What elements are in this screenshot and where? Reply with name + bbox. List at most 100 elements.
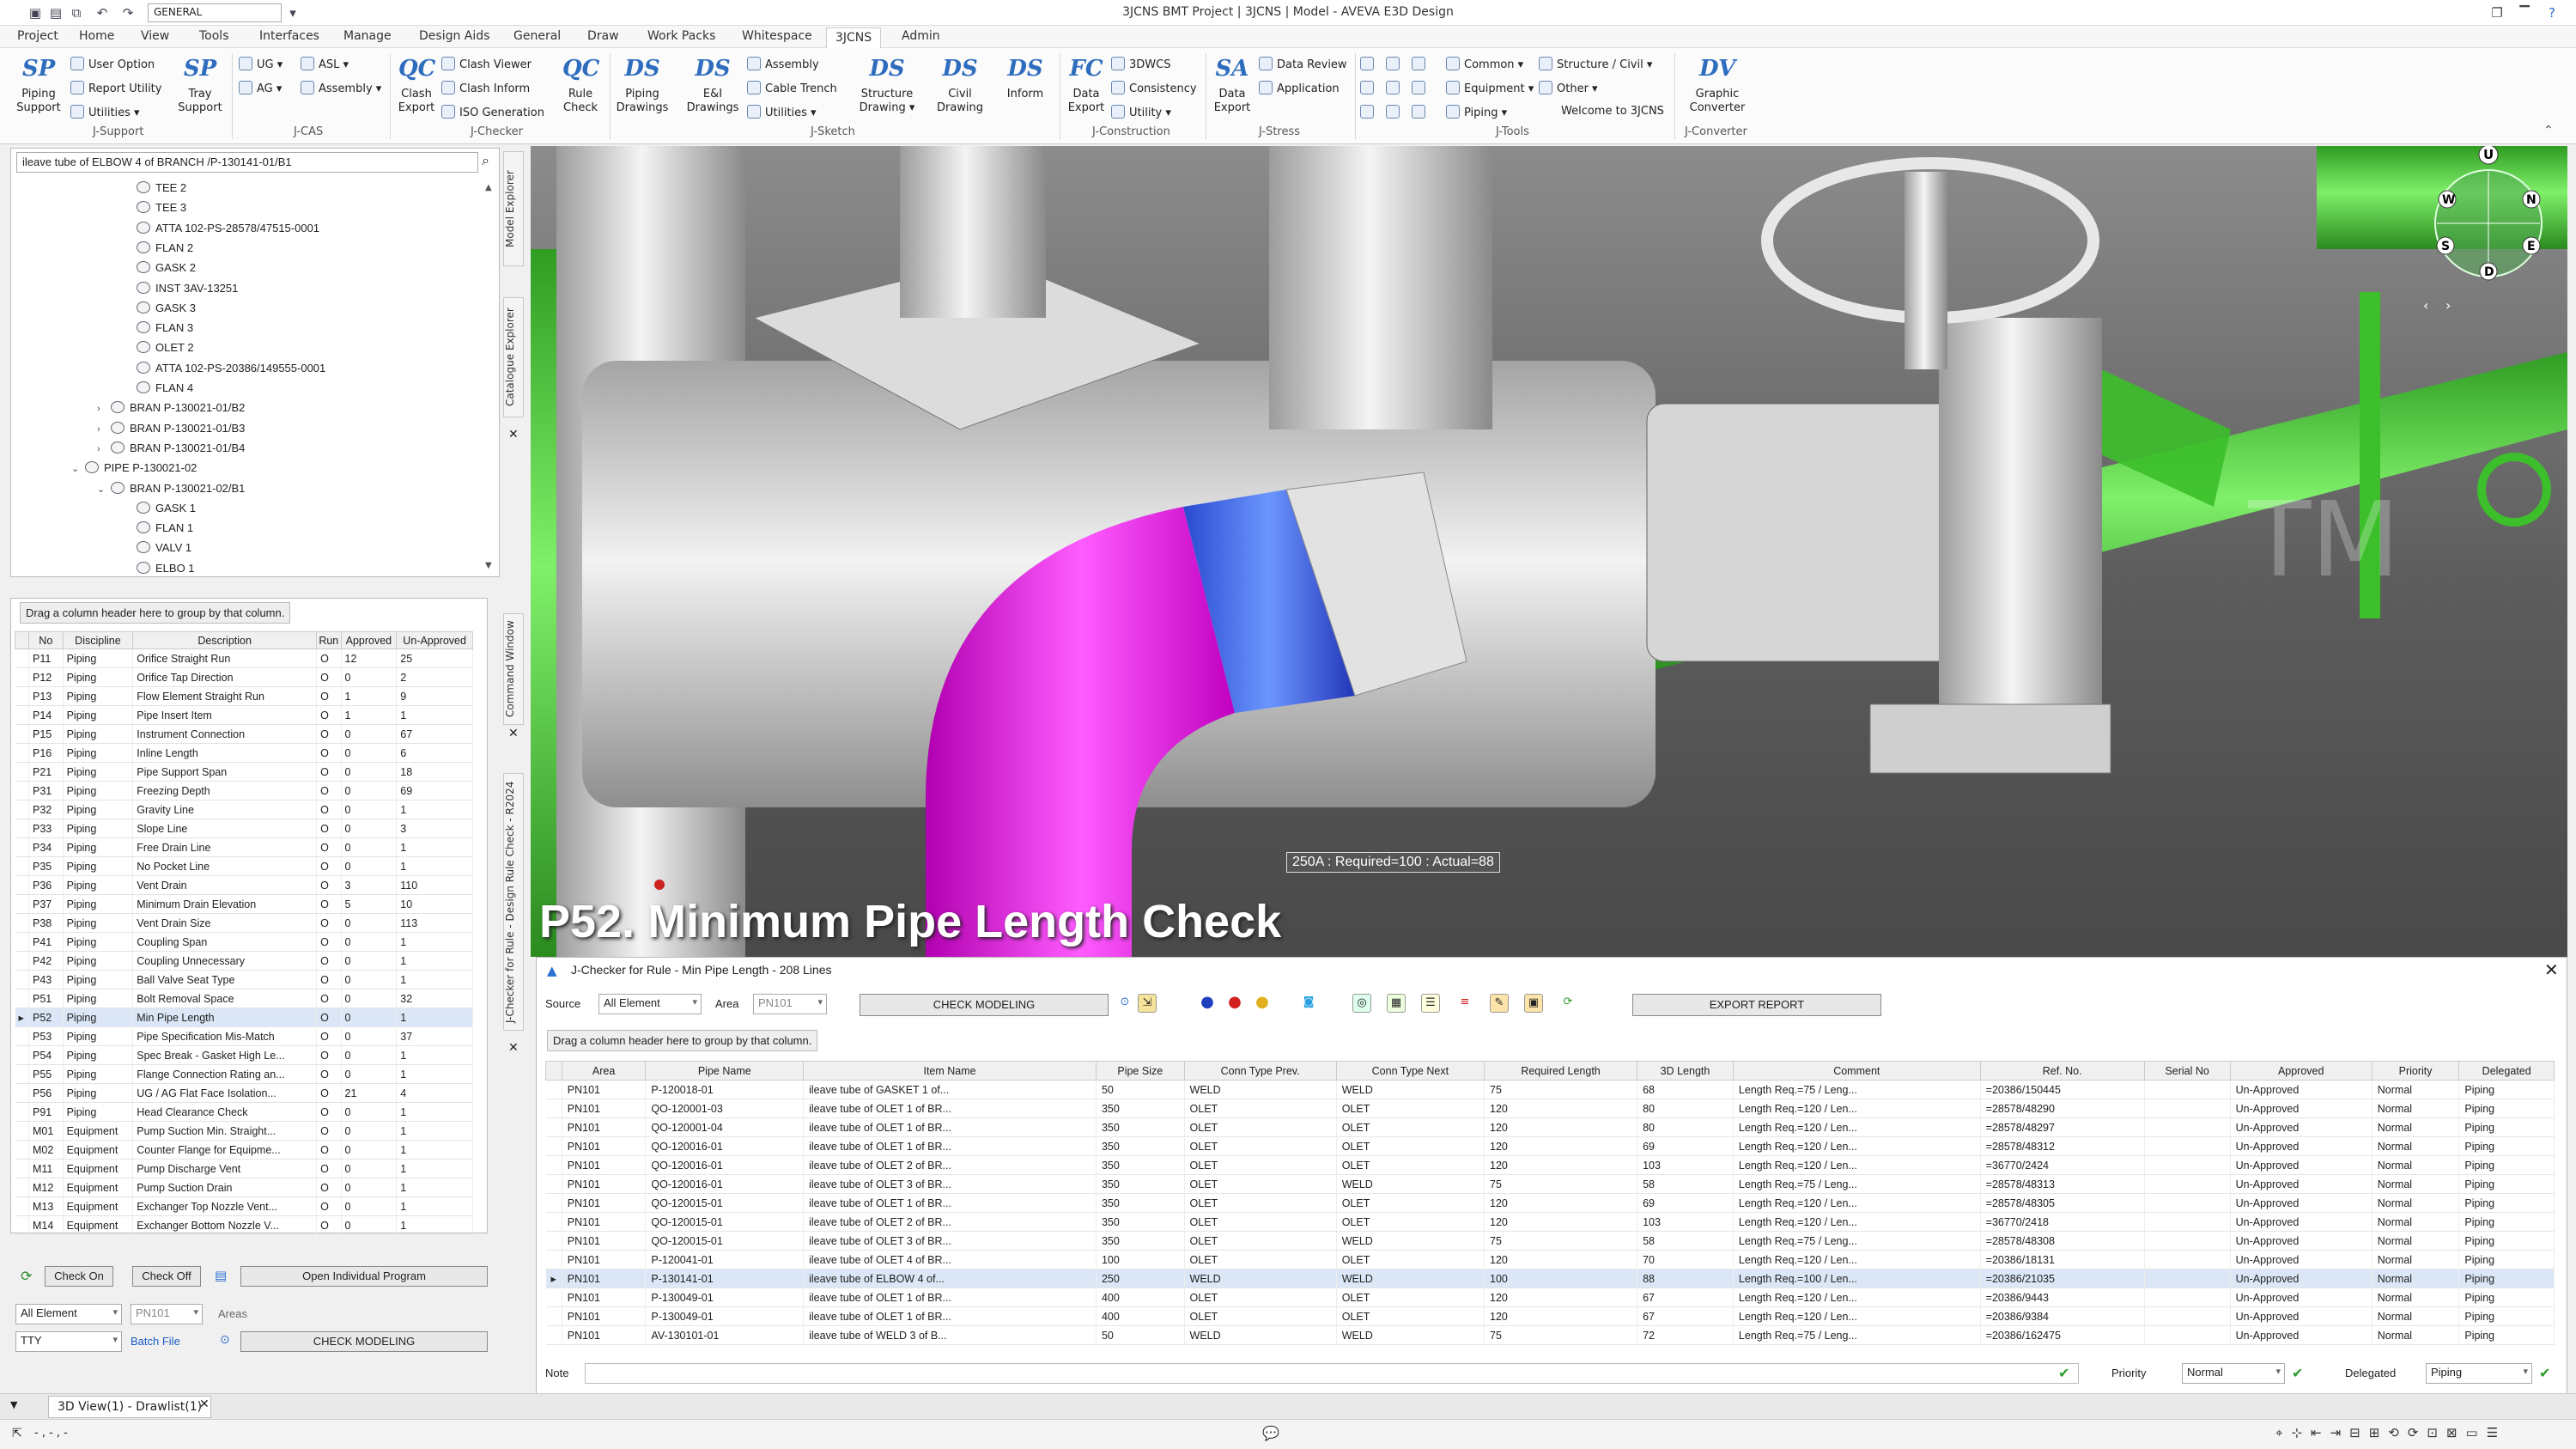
rule-row[interactable]: P33 Piping Slope Line O 0 3 (15, 819, 473, 838)
column-header[interactable]: Approved (340, 631, 398, 649)
other-button[interactable]: Other ▾ (1539, 81, 1598, 95)
menu-manage[interactable]: Manage (343, 29, 392, 43)
source-select[interactable]: All Element (598, 994, 702, 1014)
rule-row[interactable]: P43 Piping Ball Valve Seat Type O 0 1 (15, 970, 473, 989)
rotate-right-icon[interactable]: › (2445, 297, 2451, 314)
tree-item[interactable]: GASK 3 (123, 301, 196, 314)
rule-row[interactable]: P16 Piping Inline Length O 0 6 (15, 743, 473, 763)
tree-item[interactable]: INST 3AV-13251 (123, 281, 238, 295)
element-select[interactable]: All Element (15, 1304, 122, 1324)
clash-inform-button[interactable]: Clash Inform (441, 81, 530, 95)
rule-row[interactable]: P42 Piping Coupling Unnecessary O 0 1 (15, 951, 473, 971)
menu-3jcns[interactable]: 3JCNS (826, 27, 882, 48)
check-modeling-button[interactable]: CHECK MODELING (860, 994, 1109, 1016)
tab-3d-view[interactable]: 3D View(1) - Drawlist(1) (48, 1396, 212, 1418)
column-header[interactable]: Conn Type Next (1335, 1061, 1485, 1081)
rule-row[interactable]: P34 Piping Free Drain Line O 0 1 (15, 837, 473, 857)
rule-row[interactable]: P14 Piping Pipe Insert Item O 1 1 (15, 705, 473, 725)
column-header[interactable]: Discipline (62, 631, 134, 649)
close-icon[interactable]: ✕ (199, 1397, 210, 1411)
rule-row[interactable]: P51 Piping Bolt Removal Space O 0 32 (15, 989, 473, 1008)
asl-button[interactable]: ASL ▾ (301, 57, 349, 71)
data-export-button[interactable]: FC Data Export (1065, 53, 1108, 115)
zoom-fit-icon[interactable]: ◎ (1352, 994, 1371, 1013)
scroll-down-icon[interactable]: ▼ (485, 561, 492, 570)
tree-item[interactable]: TEE 3 (123, 201, 186, 214)
tree-toggle-icon[interactable]: › (97, 424, 107, 435)
utilities-button[interactable]: Utilities ▾ (70, 105, 140, 119)
tree-item[interactable]: › BRAN P-130021-01/B4 (97, 441, 245, 454)
tree-item[interactable]: › BRAN P-130021-01/B3 (97, 421, 245, 435)
result-row[interactable]: PN101 AV-130101-01 ileave tube of WELD 3 o… (545, 1325, 2555, 1345)
close-icon[interactable]: ✕ (508, 727, 519, 740)
ei-drawings-button[interactable]: DS E&I Drawings (683, 53, 742, 115)
tree-item[interactable]: ⌄ PIPE P-130021-02 (71, 461, 197, 474)
rule-row[interactable]: M01 Equipment Pump Suction Min. Straight..… (15, 1121, 473, 1141)
rule-row[interactable]: M12 Equipment Pump Suction Drain O 0 1 (15, 1178, 473, 1197)
tree-toggle-icon[interactable]: › (97, 404, 107, 414)
tray-support-button[interactable]: SP Tray Support (173, 53, 227, 115)
search-icon[interactable]: ⌕ (482, 152, 489, 169)
program-icon[interactable]: ▤ (215, 1268, 227, 1283)
tree-toggle-icon[interactable]: ⌄ (97, 484, 107, 495)
result-row[interactable]: PN101 QO-120015-01 ileave tube of OLET 2 o… (545, 1212, 2555, 1232)
result-row[interactable]: PN101 P-120018-01 ileave tube of GASKET 1 … (545, 1080, 2555, 1099)
blue-dot-icon[interactable]: ● (1198, 994, 1217, 1013)
assembly-button[interactable]: Assembly ▾ (301, 81, 381, 95)
column-header[interactable]: Priority (2371, 1061, 2460, 1081)
rule-row[interactable]: P32 Piping Gravity Line O 0 1 (15, 800, 473, 819)
rule-row[interactable]: P36 Piping Vent Drain O 3 110 (15, 875, 473, 895)
check-on-button[interactable]: Check On (45, 1266, 113, 1287)
list-icon[interactable]: ☰ (1421, 994, 1440, 1013)
column-header[interactable]: Required Length (1483, 1061, 1638, 1081)
check-off-button[interactable]: Check Off (132, 1266, 201, 1287)
close-icon[interactable]: ✕ (2544, 959, 2559, 980)
iso-generation-button[interactable]: ISO Generation (441, 105, 544, 119)
rule-row[interactable]: P35 Piping No Pocket Line O 0 1 (15, 856, 473, 876)
check-icon[interactable]: ✔ (2292, 1365, 2303, 1381)
piping-support-button[interactable]: SP Piping Support (12, 53, 65, 115)
menu-home[interactable]: Home (79, 29, 114, 43)
tree-item[interactable]: OLET 2 (123, 341, 194, 354)
rule-row[interactable]: ▸ P52 Piping Min Pipe Length O 0 1 (15, 1008, 473, 1027)
explorer-search-input[interactable]: ileave tube of ELBOW 4 of BRANCH /P-1301… (16, 152, 478, 173)
result-row[interactable]: PN101 QO-120016-01 ileave tube of OLET 3 o… (545, 1174, 2555, 1194)
tty-select[interactable]: TTY (15, 1331, 122, 1352)
check-icon[interactable]: ✔ (2539, 1365, 2550, 1381)
stress-data-export-button[interactable]: SA Data Export (1211, 53, 1254, 115)
tree-item[interactable]: ATTA 102-PS-28578/47515-0001 (123, 221, 319, 234)
open-individual-program-button[interactable]: Open Individual Program (240, 1266, 488, 1287)
tree-item[interactable]: FLAN 2 (123, 240, 193, 254)
rule-row[interactable]: M14 Equipment Exchanger Bottom Nozzle V...… (15, 1215, 473, 1235)
column-header[interactable]: Item Name (803, 1061, 1097, 1081)
common-button[interactable]: Common ▾ (1446, 57, 1523, 71)
rule-row[interactable]: P13 Piping Flow Element Straight Run O 1 9 (15, 686, 473, 706)
menu-admin[interactable]: Admin (902, 29, 940, 43)
cable-trench-button[interactable]: Cable Trench (747, 81, 837, 95)
menu-tools[interactable]: Tools (199, 29, 229, 43)
column-header[interactable]: Description (132, 631, 318, 649)
tree-item[interactable]: FLAN 4 (123, 381, 193, 394)
data-review-button[interactable]: Data Review (1259, 57, 1347, 71)
menu-view[interactable]: View (141, 29, 169, 43)
column-header[interactable]: Pipe Size (1095, 1061, 1185, 1081)
tree-item[interactable]: FLAN 3 (123, 321, 193, 334)
camera-icon[interactable]: ⊙ (220, 1333, 230, 1347)
tree-item[interactable]: ATTA 102-PS-20386/149555-0001 (123, 361, 325, 374)
rule-row[interactable]: P38 Piping Vent Drain Size O 0 113 (15, 913, 473, 933)
tree-item[interactable]: ELBO 1 (123, 561, 195, 575)
tool-b-icon[interactable] (1386, 57, 1404, 71)
structure-civil-button[interactable]: Structure / Civil ▾ (1539, 57, 1652, 71)
sketch-assembly-button[interactable]: Assembly (747, 57, 819, 71)
graphic-converter-button[interactable]: DV Graphic Converter (1681, 53, 1753, 115)
restore-icon[interactable]: ❐ (2487, 3, 2507, 23)
rule-row[interactable]: P53 Piping Pipe Specification Mis-Match O 0 3… (15, 1026, 473, 1046)
tool-a-icon[interactable] (1360, 57, 1378, 71)
screenshot-icon[interactable]: ◙ (1299, 994, 1318, 1013)
rule-row[interactable]: P37 Piping Minimum Drain Elevation O 5 10 (15, 894, 473, 914)
column-header[interactable]: 3D Length (1637, 1061, 1734, 1081)
consistency-button[interactable]: Consistency (1111, 81, 1197, 95)
welcome-button[interactable]: Welcome to 3JCNS (1561, 105, 1664, 118)
utility-button[interactable]: Utility ▾ (1111, 105, 1171, 119)
application-button[interactable]: Application (1259, 81, 1340, 95)
